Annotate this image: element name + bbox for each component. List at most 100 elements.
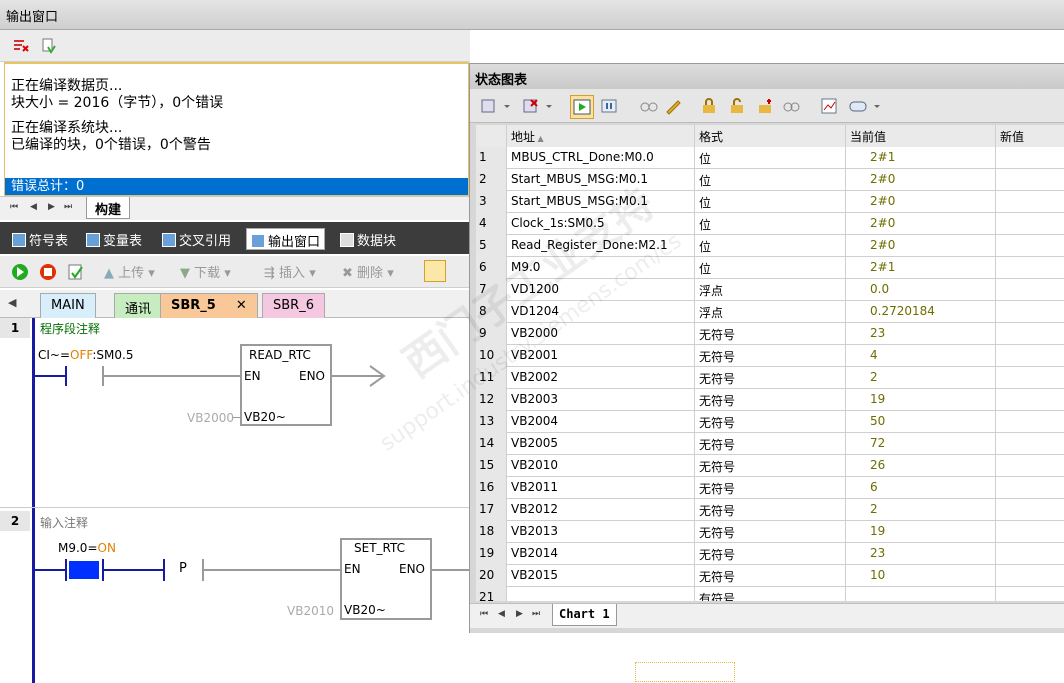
row-number[interactable]: 13: [476, 411, 507, 433]
format-cell[interactable]: 无符号: [695, 433, 846, 455]
tab-sbr5[interactable]: SBR_5 ✕: [160, 293, 258, 318]
table-row[interactable]: 3 Start_MBUS_MSG:M0.1 位 2#0: [476, 191, 1064, 213]
table-row[interactable]: 12 VB2003 无符号 19: [476, 389, 1064, 411]
table-row[interactable]: 10 VB2001 无符号 4: [476, 345, 1064, 367]
table-row[interactable]: 2 Start_MBUS_MSG:M0.1 位 2#0: [476, 169, 1064, 191]
address-cell[interactable]: VB2012: [507, 499, 695, 521]
lock-icon[interactable]: [700, 97, 718, 115]
new-value-cell[interactable]: [996, 367, 1064, 389]
new-value-cell[interactable]: [996, 169, 1064, 191]
row-number[interactable]: 20: [476, 565, 507, 587]
new-value-cell[interactable]: [996, 543, 1064, 565]
new-value-cell[interactable]: [996, 213, 1064, 235]
new-value-cell[interactable]: [996, 279, 1064, 301]
table-row[interactable]: 13 VB2004 无符号 50: [476, 411, 1064, 433]
options-icon[interactable]: [848, 97, 884, 115]
box-operand[interactable]: VB2010: [287, 604, 334, 618]
format-cell[interactable]: 位: [695, 257, 846, 279]
table-row[interactable]: 18 VB2013 无符号 19: [476, 521, 1064, 543]
address-cell[interactable]: VB2002: [507, 367, 695, 389]
row-number[interactable]: 3: [476, 191, 507, 213]
format-cell[interactable]: 位: [695, 191, 846, 213]
format-cell[interactable]: 位: [695, 147, 846, 169]
format-cell[interactable]: 浮点: [695, 279, 846, 301]
address-cell[interactable]: VB2010: [507, 455, 695, 477]
new-value-cell[interactable]: [996, 191, 1064, 213]
format-cell[interactable]: 无符号: [695, 323, 846, 345]
address-cell[interactable]: VB2014: [507, 543, 695, 565]
format-cell[interactable]: 无符号: [695, 345, 846, 367]
chart-monitor-icon[interactable]: [570, 95, 594, 119]
address-cell[interactable]: VB2004: [507, 411, 695, 433]
compile-icon[interactable]: [66, 262, 86, 282]
table-row[interactable]: 17 VB2012 无符号 2: [476, 499, 1064, 521]
new-value-cell[interactable]: [996, 587, 1064, 601]
close-tab-icon[interactable]: ✕: [236, 298, 247, 313]
table-row[interactable]: 15 VB2010 无符号 26: [476, 455, 1064, 477]
address-cell[interactable]: VB2011: [507, 477, 695, 499]
format-cell[interactable]: 无符号: [695, 543, 846, 565]
table-row[interactable]: 16 VB2011 无符号 6: [476, 477, 1064, 499]
address-cell[interactable]: VB2003: [507, 389, 695, 411]
address-cell[interactable]: VB2005: [507, 433, 695, 455]
new-value-cell[interactable]: [996, 565, 1064, 587]
delete-button[interactable]: ✖ 删除 ▾: [342, 262, 394, 282]
network-view-icon[interactable]: [424, 260, 446, 282]
delete-row-icon[interactable]: [522, 97, 552, 115]
row-number[interactable]: 17: [476, 499, 507, 521]
glasses-icon[interactable]: [640, 97, 658, 115]
tab-cross-reference[interactable]: 交叉引用: [158, 228, 235, 250]
new-value-cell[interactable]: [996, 389, 1064, 411]
trend-view-icon[interactable]: [820, 97, 838, 115]
new-value-cell[interactable]: [996, 301, 1064, 323]
table-row[interactable]: 21 有符号: [476, 587, 1064, 601]
format-cell[interactable]: 位: [695, 235, 846, 257]
new-value-cell[interactable]: [996, 521, 1064, 543]
tab-build[interactable]: 构建: [86, 197, 131, 219]
scroll-left-icon[interactable]: ◀: [8, 296, 16, 309]
format-cell[interactable]: 无符号: [695, 367, 846, 389]
row-number[interactable]: 19: [476, 543, 507, 565]
tab-main[interactable]: MAIN: [40, 293, 96, 318]
address-cell[interactable]: VB2013: [507, 521, 695, 543]
address-cell[interactable]: Start_MBUS_MSG:M0.1: [507, 169, 695, 191]
run-icon[interactable]: [10, 262, 30, 282]
format-cell[interactable]: 有符号: [695, 587, 846, 601]
format-cell[interactable]: 无符号: [695, 521, 846, 543]
network-comment[interactable]: 程序段注释: [40, 320, 100, 337]
prev-sheet-icon[interactable]: ◀: [30, 202, 37, 212]
new-value-cell[interactable]: [996, 411, 1064, 433]
row-number[interactable]: 16: [476, 477, 507, 499]
last-sheet-icon[interactable]: ⏭: [64, 202, 72, 212]
tab-variable-table[interactable]: 变量表: [82, 228, 146, 250]
new-value-cell[interactable]: [996, 345, 1064, 367]
pause-icon[interactable]: [600, 97, 618, 115]
row-number[interactable]: 18: [476, 521, 507, 543]
table-row[interactable]: 14 VB2005 无符号 72: [476, 433, 1064, 455]
format-cell[interactable]: 无符号: [695, 389, 846, 411]
row-number[interactable]: 5: [476, 235, 507, 257]
pencil-icon[interactable]: [664, 97, 682, 115]
address-cell[interactable]: MBUS_CTRL_Done:M0.0: [507, 147, 695, 169]
format-cell[interactable]: 无符号: [695, 499, 846, 521]
header-address[interactable]: 地址 ▲: [507, 125, 695, 147]
clear-icon[interactable]: [12, 37, 30, 55]
tab-symbol-table[interactable]: 符号表: [8, 228, 72, 250]
insert-button[interactable]: ⇶ 插入 ▾: [264, 262, 316, 282]
format-cell[interactable]: 无符号: [695, 477, 846, 499]
new-value-cell[interactable]: [996, 499, 1064, 521]
read-forced-icon[interactable]: [782, 97, 800, 115]
new-value-cell[interactable]: [996, 477, 1064, 499]
next-sheet-icon[interactable]: ▶: [516, 609, 523, 619]
table-row[interactable]: 20 VB2015 无符号 10: [476, 565, 1064, 587]
row-number[interactable]: 14: [476, 433, 507, 455]
format-cell[interactable]: 无符号: [695, 455, 846, 477]
new-value-cell[interactable]: [996, 433, 1064, 455]
new-value-cell[interactable]: [996, 455, 1064, 477]
table-row[interactable]: 11 VB2002 无符号 2: [476, 367, 1064, 389]
prev-sheet-icon[interactable]: ◀: [498, 609, 505, 619]
unlock-icon[interactable]: [728, 97, 746, 115]
header-new-value[interactable]: 新值: [996, 125, 1064, 147]
first-sheet-icon[interactable]: ⏮: [10, 202, 18, 212]
stop-icon[interactable]: [38, 262, 58, 282]
